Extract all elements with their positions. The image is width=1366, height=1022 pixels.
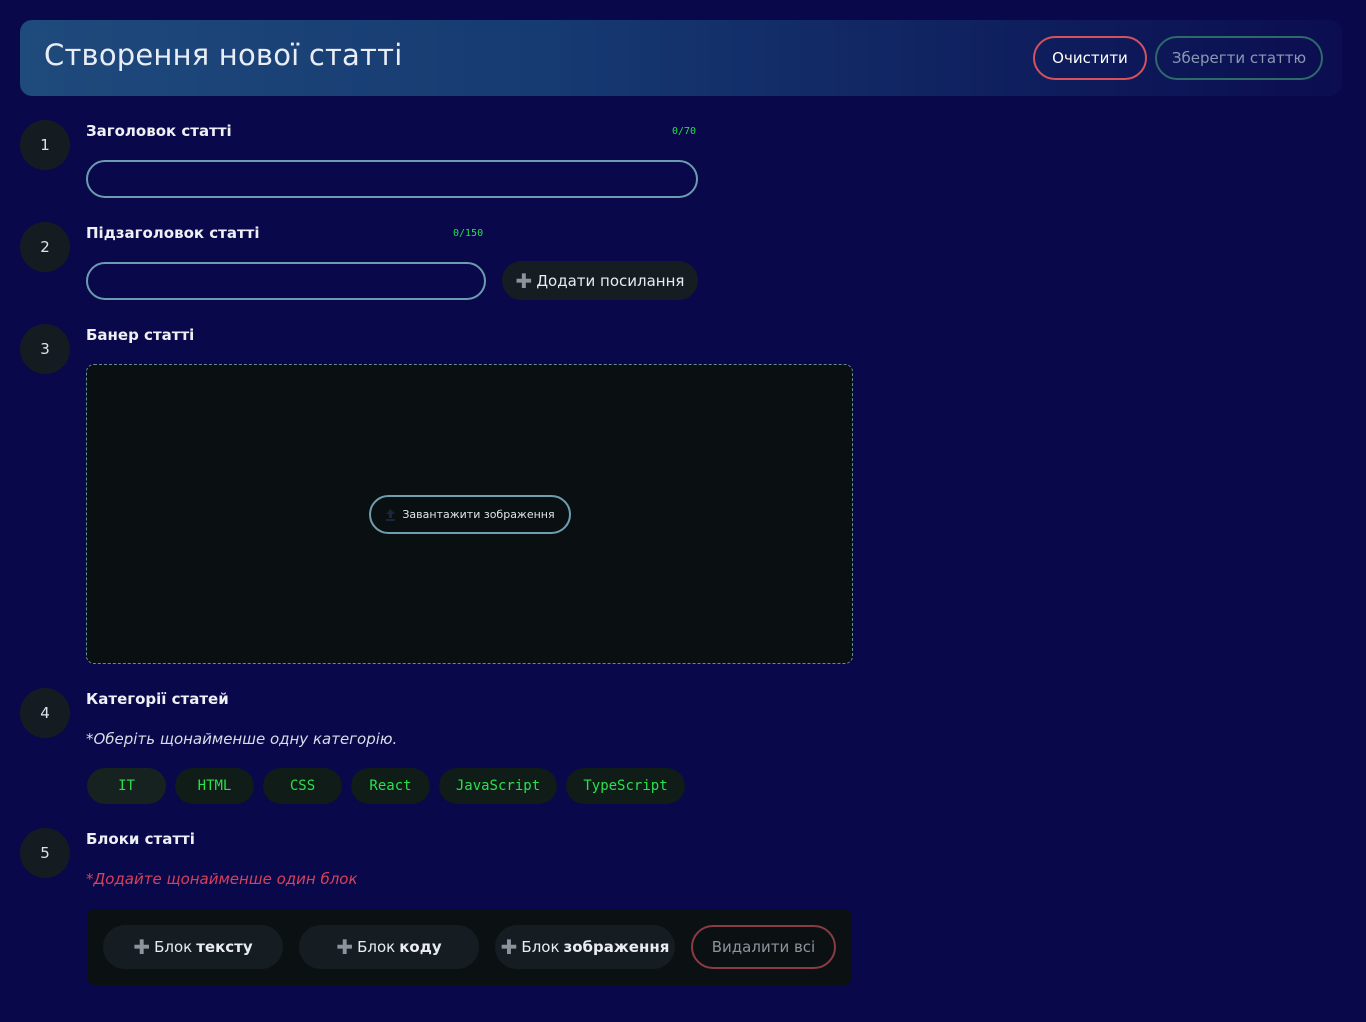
upload-icon <box>386 508 396 521</box>
step-number-4: 4 <box>20 688 70 738</box>
subtitle-char-counter: 0/150 <box>453 228 484 239</box>
block-type: зображення <box>563 938 670 956</box>
category-chip-it[interactable]: IT <box>87 768 166 804</box>
step-number-3: 3 <box>20 324 70 374</box>
subtitle-label: Підзаголовок статті <box>86 224 260 242</box>
category-chip-html[interactable]: HTML <box>175 768 254 804</box>
add-link-button[interactable]: ✚ Додати посилання <box>502 261 698 300</box>
category-chip-react[interactable]: React <box>351 768 430 804</box>
block-prefix: Блок <box>357 938 396 956</box>
add-image-block-button[interactable]: ✚ Блок зображення <box>495 925 675 969</box>
title-input[interactable] <box>86 160 698 198</box>
clear-button[interactable]: Очистити <box>1033 36 1147 80</box>
block-type: коду <box>399 938 442 956</box>
blocks-hint: *Додайте щонайменше один блок <box>86 870 358 888</box>
plus-icon: ✚ <box>336 935 354 959</box>
plus-icon: ✚ <box>515 268 533 293</box>
title-label: Заголовок статті <box>86 122 232 140</box>
categories-hint: *Оберіть щонайменше одну категорію. <box>86 730 398 748</box>
categories-label: Категорії статей <box>86 690 229 708</box>
plus-icon: ✚ <box>133 935 151 959</box>
page-title: Створення нової статті <box>44 38 403 72</box>
banner-label: Банер статті <box>86 326 195 344</box>
delete-all-blocks-button[interactable]: Видалити всі <box>691 925 836 969</box>
block-prefix: Блок <box>521 938 560 956</box>
title-char-counter: 0/70 <box>672 126 697 137</box>
category-chip-css[interactable]: CSS <box>263 768 342 804</box>
category-chip-javascript[interactable]: JavaScript <box>439 768 557 804</box>
block-type: тексту <box>196 938 253 956</box>
page-header: Створення нової статті Очистити Зберегти… <box>20 20 1342 96</box>
add-text-block-button[interactable]: ✚ Блок тексту <box>103 925 283 969</box>
plus-icon: ✚ <box>500 935 518 959</box>
subtitle-input[interactable] <box>86 262 486 300</box>
save-article-button[interactable]: Зберегти статтю <box>1155 36 1323 80</box>
add-code-block-button[interactable]: ✚ Блок коду <box>299 925 479 969</box>
step-number-2: 2 <box>20 222 70 272</box>
blocks-label: Блоки статті <box>86 830 195 848</box>
add-link-label: Додати посилання <box>536 271 685 290</box>
category-chip-typescript[interactable]: TypeScript <box>566 768 685 804</box>
category-chips: IT HTML CSS React JavaScript TypeScript <box>87 768 685 804</box>
blocks-toolbar: ✚ Блок тексту ✚ Блок коду ✚ Блок зображе… <box>87 909 852 985</box>
upload-image-button[interactable]: Завантажити зображення <box>369 495 571 534</box>
step-number-5: 5 <box>20 828 70 878</box>
step-number-1: 1 <box>20 120 70 170</box>
banner-dropzone[interactable]: Завантажити зображення <box>86 364 853 664</box>
block-prefix: Блок <box>154 938 193 956</box>
upload-image-label: Завантажити зображення <box>402 508 555 521</box>
